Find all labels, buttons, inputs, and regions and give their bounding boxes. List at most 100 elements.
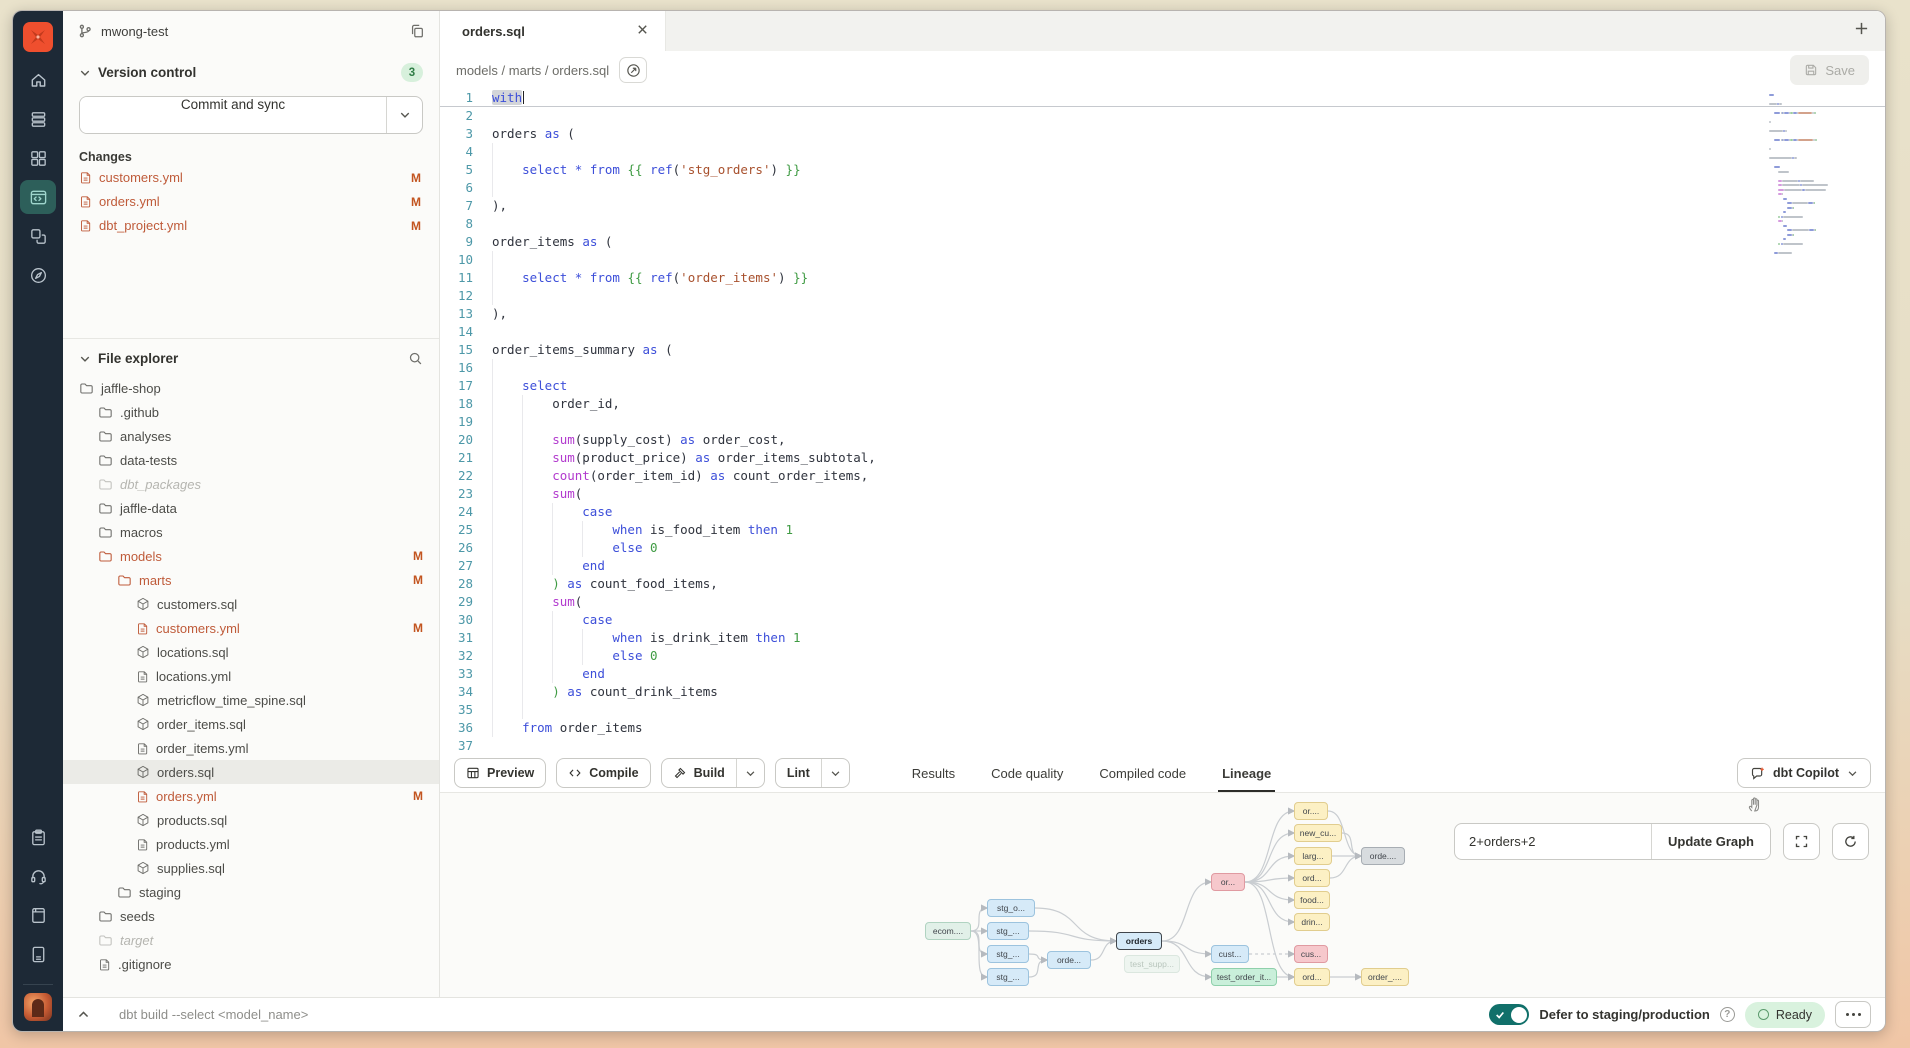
code-line-30[interactable]: 30case (440, 611, 1885, 629)
tree-item-staging[interactable]: staging (63, 880, 439, 904)
tab-compiled-code[interactable]: Compiled code (1099, 754, 1186, 792)
code-line-15[interactable]: 15order_items_summary as ( (440, 341, 1885, 359)
open-in-lineage-button[interactable] (619, 57, 647, 83)
defer-toggle[interactable] (1489, 1004, 1529, 1025)
code-line-13[interactable]: 13), (440, 305, 1885, 323)
lineage-selector-input[interactable] (1455, 824, 1651, 859)
commit-options-dropdown[interactable] (386, 97, 422, 133)
command-input[interactable]: dbt build --select <model_name> (119, 1007, 308, 1022)
tree-item-marts[interactable]: martsM (63, 568, 439, 592)
lint-options-dropdown[interactable] (821, 759, 849, 787)
rail-item-docs-book[interactable] (20, 898, 56, 932)
tree-item-products.sql[interactable]: products.sql (63, 808, 439, 832)
lineage-node-new_cu[interactable]: new_cu... (1294, 824, 1342, 842)
lineage-node-cust[interactable]: cust... (1211, 945, 1249, 963)
code-line-4[interactable]: 4 (440, 143, 1885, 161)
rail-item-support-headset[interactable] (20, 859, 56, 893)
rail-item-ide-code[interactable] (20, 180, 56, 214)
lineage-node-order_[interactable]: order_.... (1361, 968, 1409, 986)
dbt-logo[interactable] (23, 22, 53, 52)
fullscreen-button[interactable] (1783, 823, 1820, 860)
lineage-node-ord[interactable]: ord... (1294, 869, 1330, 887)
commit-and-sync-button[interactable]: Commit and sync (79, 96, 423, 134)
code-line-14[interactable]: 14 (440, 323, 1885, 341)
tab-orders-sql[interactable]: orders.sql (440, 11, 666, 51)
lineage-node-test_supp[interactable]: test_supp... (1124, 955, 1180, 973)
file-explorer-header[interactable]: File explorer (63, 351, 439, 366)
help-icon[interactable]: ? (1720, 1007, 1735, 1022)
code-line-3[interactable]: 3orders as ( (440, 125, 1885, 143)
rail-item-orchestration[interactable] (20, 219, 56, 253)
code-line-1[interactable]: 1with (440, 89, 1885, 107)
rail-item-explore-compass[interactable] (20, 258, 56, 292)
tab-results[interactable]: Results (912, 754, 955, 792)
minimap[interactable] (1765, 91, 1825, 291)
lineage-node-drin[interactable]: drin... (1294, 913, 1330, 931)
tree-item-supplies.sql[interactable]: supplies.sql (63, 856, 439, 880)
lineage-node-stg_o[interactable]: stg_o... (987, 899, 1035, 917)
lineage-node-stg_[interactable]: stg_... (987, 945, 1029, 963)
rail-item-home[interactable] (20, 63, 56, 97)
tree-item-customers.sql[interactable]: customers.sql (63, 592, 439, 616)
code-line-21[interactable]: 21sum(product_price) as order_items_subt… (440, 449, 1885, 467)
code-line-17[interactable]: 17select (440, 377, 1885, 395)
code-line-26[interactable]: 26else 0 (440, 539, 1885, 557)
tree-item-customers.yml[interactable]: customers.ymlM (63, 616, 439, 640)
code-line-8[interactable]: 8 (440, 215, 1885, 233)
new-tab-icon[interactable] (1854, 21, 1869, 41)
lineage-node-orders[interactable]: orders (1116, 932, 1162, 950)
tree-item-.gitignore[interactable]: .gitignore (63, 952, 439, 976)
tree-item-order_items.yml[interactable]: order_items.yml (63, 736, 439, 760)
tree-item-locations.yml[interactable]: locations.yml (63, 664, 439, 688)
collapse-panel-button[interactable] (63, 998, 103, 1031)
tree-item-jaffle-shop[interactable]: jaffle-shop (63, 376, 439, 400)
user-avatar[interactable] (24, 993, 52, 1021)
code-line-16[interactable]: 16 (440, 359, 1885, 377)
code-line-6[interactable]: 6 (440, 179, 1885, 197)
rail-item-apps-grid[interactable] (20, 141, 56, 175)
refresh-button[interactable] (1832, 823, 1869, 860)
tree-item-products.yml[interactable]: products.yml (63, 832, 439, 856)
lineage-node-orde[interactable]: orde... (1047, 951, 1091, 969)
lineage-node-or[interactable]: or... (1211, 873, 1245, 891)
tree-item-orders.yml[interactable]: orders.ymlM (63, 784, 439, 808)
code-line-18[interactable]: 18order_id, (440, 395, 1885, 413)
tree-item-models[interactable]: modelsM (63, 544, 439, 568)
code-line-5[interactable]: 5select * from {{ ref('stg_orders') }} (440, 161, 1885, 179)
code-line-20[interactable]: 20sum(supply_cost) as order_cost, (440, 431, 1885, 449)
tree-item-order_items.sql[interactable]: order_items.sql (63, 712, 439, 736)
code-line-24[interactable]: 24case (440, 503, 1885, 521)
version-control-header[interactable]: Version control 3 (79, 63, 423, 82)
lineage-panel[interactable]: ecom....stg_o...stg_...stg_...stg_...ord… (440, 792, 1885, 997)
code-line-35[interactable]: 35 (440, 701, 1885, 719)
build-options-dropdown[interactable] (736, 759, 764, 787)
search-icon[interactable] (408, 351, 423, 366)
tree-item-data-tests[interactable]: data-tests (63, 448, 439, 472)
code-line-29[interactable]: 29sum( (440, 593, 1885, 611)
code-line-27[interactable]: 27end (440, 557, 1885, 575)
close-tab-icon[interactable] (636, 23, 649, 39)
tree-item-analyses[interactable]: analyses (63, 424, 439, 448)
changed-file-dbt_project.yml[interactable]: dbt_project.yml M (79, 215, 423, 236)
code-line-2[interactable]: 2 (440, 107, 1885, 125)
changed-file-orders.yml[interactable]: orders.yml M (79, 191, 423, 212)
code-line-12[interactable]: 12 (440, 287, 1885, 305)
tree-item-dbt_packages[interactable]: dbt_packages (63, 472, 439, 496)
code-line-32[interactable]: 32else 0 (440, 647, 1885, 665)
more-options-button[interactable] (1835, 1001, 1871, 1028)
tab-code-quality[interactable]: Code quality (991, 754, 1063, 792)
code-line-37[interactable]: 37 (440, 737, 1885, 754)
changed-file-customers.yml[interactable]: customers.yml M (79, 167, 423, 188)
code-line-9[interactable]: 9order_items as ( (440, 233, 1885, 251)
lineage-node-or[interactable]: or.... (1294, 802, 1328, 820)
code-editor[interactable]: 1with23orders as (45select * from {{ ref… (440, 89, 1885, 754)
lineage-node-cus[interactable]: cus... (1294, 945, 1328, 963)
code-line-7[interactable]: 7), (440, 197, 1885, 215)
compile-button[interactable]: Compile (556, 758, 650, 788)
code-line-11[interactable]: 11select * from {{ ref('order_items') }} (440, 269, 1885, 287)
rail-item-projects-stack[interactable] (20, 102, 56, 136)
code-line-34[interactable]: 34) as count_drink_items (440, 683, 1885, 701)
tree-item-jaffle-data[interactable]: jaffle-data (63, 496, 439, 520)
tree-item-.github[interactable]: .github (63, 400, 439, 424)
lineage-node-larg[interactable]: larg... (1294, 847, 1332, 865)
